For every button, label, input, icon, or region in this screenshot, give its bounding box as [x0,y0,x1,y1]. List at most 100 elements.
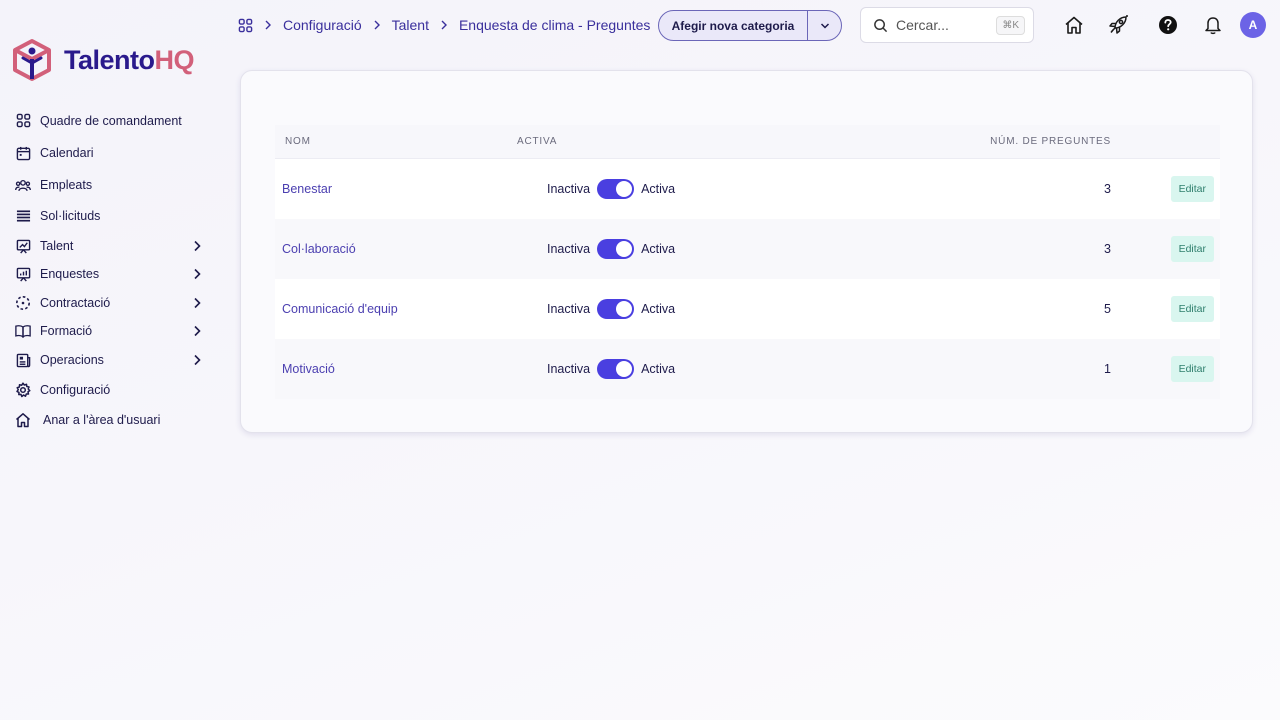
sidebar-item-surveys[interactable]: Enquestes [14,259,204,289]
toggle-on-label: Activa [641,362,676,376]
presentation-icon [14,237,32,255]
sidebar-item-label: Formació [40,324,93,338]
sidebar-item-user-area[interactable]: Anar a l'àrea d'usuari [14,405,204,435]
toggle-off-label: Inactiva [547,362,591,376]
sidebar-item-hiring[interactable]: Contractació [14,288,204,318]
category-name-link[interactable]: Motivació [282,362,335,376]
active-toggle-switch[interactable] [597,359,635,379]
help-button[interactable] [1156,13,1180,37]
edit-button[interactable]: Editar [1170,296,1214,322]
bell-icon [1205,17,1221,35]
chevron-down-icon [820,22,829,29]
calendar-icon [14,144,32,162]
sidebar-item-settings[interactable]: Configuració [14,375,204,405]
toggle-knob [616,301,633,317]
table-header: Nom Activa Núm. de preguntes [275,125,1220,159]
sidebar-item-requests[interactable]: Sol·licituds [14,201,204,231]
sidebar-item-operations[interactable]: Operacions [14,345,204,375]
active-toggle-group: Inactiva Activa [507,299,917,319]
app-logo[interactable]: TalentoHQ [12,38,194,82]
sidebar-item-dashboard[interactable]: Quadre de comandament [14,106,204,135]
gear-icon [14,381,32,399]
book-icon [14,322,32,340]
dashed-circle-icon [14,294,32,312]
chevron-right-icon [265,20,271,30]
toggle-off-label: Inactiva [547,242,591,256]
home-icon [14,411,32,429]
sidebar-item-training[interactable]: Formació [14,316,204,346]
help-icon [1159,16,1177,34]
add-category-button[interactable]: Afegir nova categoria [659,11,808,40]
list-icon [14,207,32,225]
chevron-right-icon [441,20,447,30]
chevron-right-icon [194,240,201,252]
edit-button[interactable]: Editar [1170,236,1214,262]
breadcrumb-item-talent[interactable]: Talent [392,17,429,33]
active-toggle-switch[interactable] [597,239,635,259]
sidebar-item-label: Contractació [40,296,111,310]
active-toggle-switch[interactable] [597,179,635,199]
breadcrumb: Configuració Talent Enquesta de clima - … [238,14,650,36]
toggle-on-label: Activa [641,182,676,196]
add-category-split-button: Afegir nova categoria [658,10,842,41]
logo-text-part1: Talento [64,44,155,75]
toggle-knob [616,181,633,197]
active-toggle-group: Inactiva Activa [507,359,917,379]
toggle-on-label: Activa [641,302,676,316]
home-button[interactable] [1062,13,1086,37]
category-name-link[interactable]: Comunicació d'equip [282,302,398,316]
chevron-right-icon [374,20,380,30]
chevron-right-icon [194,297,201,309]
sidebar-item-label: Empleats [40,178,93,192]
toggle-on-label: Activa [641,242,676,256]
search-icon [874,18,888,32]
column-header-count[interactable]: Núm. de preguntes [917,136,1111,147]
avatar[interactable]: A [1240,12,1266,38]
logo-text: TalentoHQ [64,45,194,76]
chevron-right-icon [194,325,201,337]
notifications-button[interactable] [1201,13,1225,37]
active-toggle-switch[interactable] [597,299,635,319]
active-toggle-group: Inactiva Activa [507,179,917,199]
categories-card: Nom Activa Núm. de preguntes Benestar In… [240,70,1253,433]
sidebar-item-label: Calendari [40,146,94,160]
table-row: Benestar Inactiva Activa 3 Editar [275,159,1220,219]
search-input[interactable] [896,17,997,33]
add-category-dropdown-button[interactable] [808,11,841,40]
rocket-icon [1109,15,1128,34]
toggle-off-label: Inactiva [547,302,591,316]
column-header-active[interactable]: Activa [507,136,917,147]
home-icon [1065,16,1083,34]
chart-board-icon [14,265,32,283]
edit-button[interactable]: Editar [1170,176,1214,202]
sidebar-item-label: Quadre de comandament [40,113,182,128]
sidebar-item-calendar[interactable]: Calendari [14,138,204,168]
table-row: Motivació Inactiva Activa 1 Editar [275,339,1220,399]
question-count: 1 [1104,362,1111,376]
breadcrumb-item-current: Enquesta de clima - Preguntes [458,17,651,33]
search-shortcut-badge: ⌘K [996,15,1025,35]
table-row: Col·laboració Inactiva Activa 3 Editar [275,219,1220,279]
sidebar-nav: Quadre de comandament Calendari Empleats… [14,106,204,435]
sidebar-item-employees[interactable]: Empleats [14,170,204,200]
column-header-name[interactable]: Nom [275,136,507,147]
toggle-knob [616,241,633,257]
table-row: Comunicació d'equip Inactiva Activa 5 Ed… [275,279,1220,339]
sidebar-item-talent[interactable]: Talent [14,231,204,261]
table-body: Benestar Inactiva Activa 3 Editar Col·la… [275,159,1220,399]
question-count: 3 [1104,182,1111,196]
chevron-right-icon [194,354,201,366]
category-name-link[interactable]: Benestar [282,182,332,196]
breadcrumb-item-settings[interactable]: Configuració [283,17,362,33]
logo-text-part2: HQ [154,44,195,75]
category-name-link[interactable]: Col·laboració [282,242,356,256]
launch-button[interactable] [1106,13,1130,37]
sidebar-item-label: Sol·licituds [40,209,101,223]
grid-icon [14,112,32,130]
question-count: 5 [1104,302,1111,316]
apps-grid-icon[interactable] [238,18,253,33]
logo-cube-icon [13,39,51,81]
users-icon [14,176,32,194]
sidebar-item-label: Enquestes [40,267,100,281]
edit-button[interactable]: Editar [1170,356,1214,382]
